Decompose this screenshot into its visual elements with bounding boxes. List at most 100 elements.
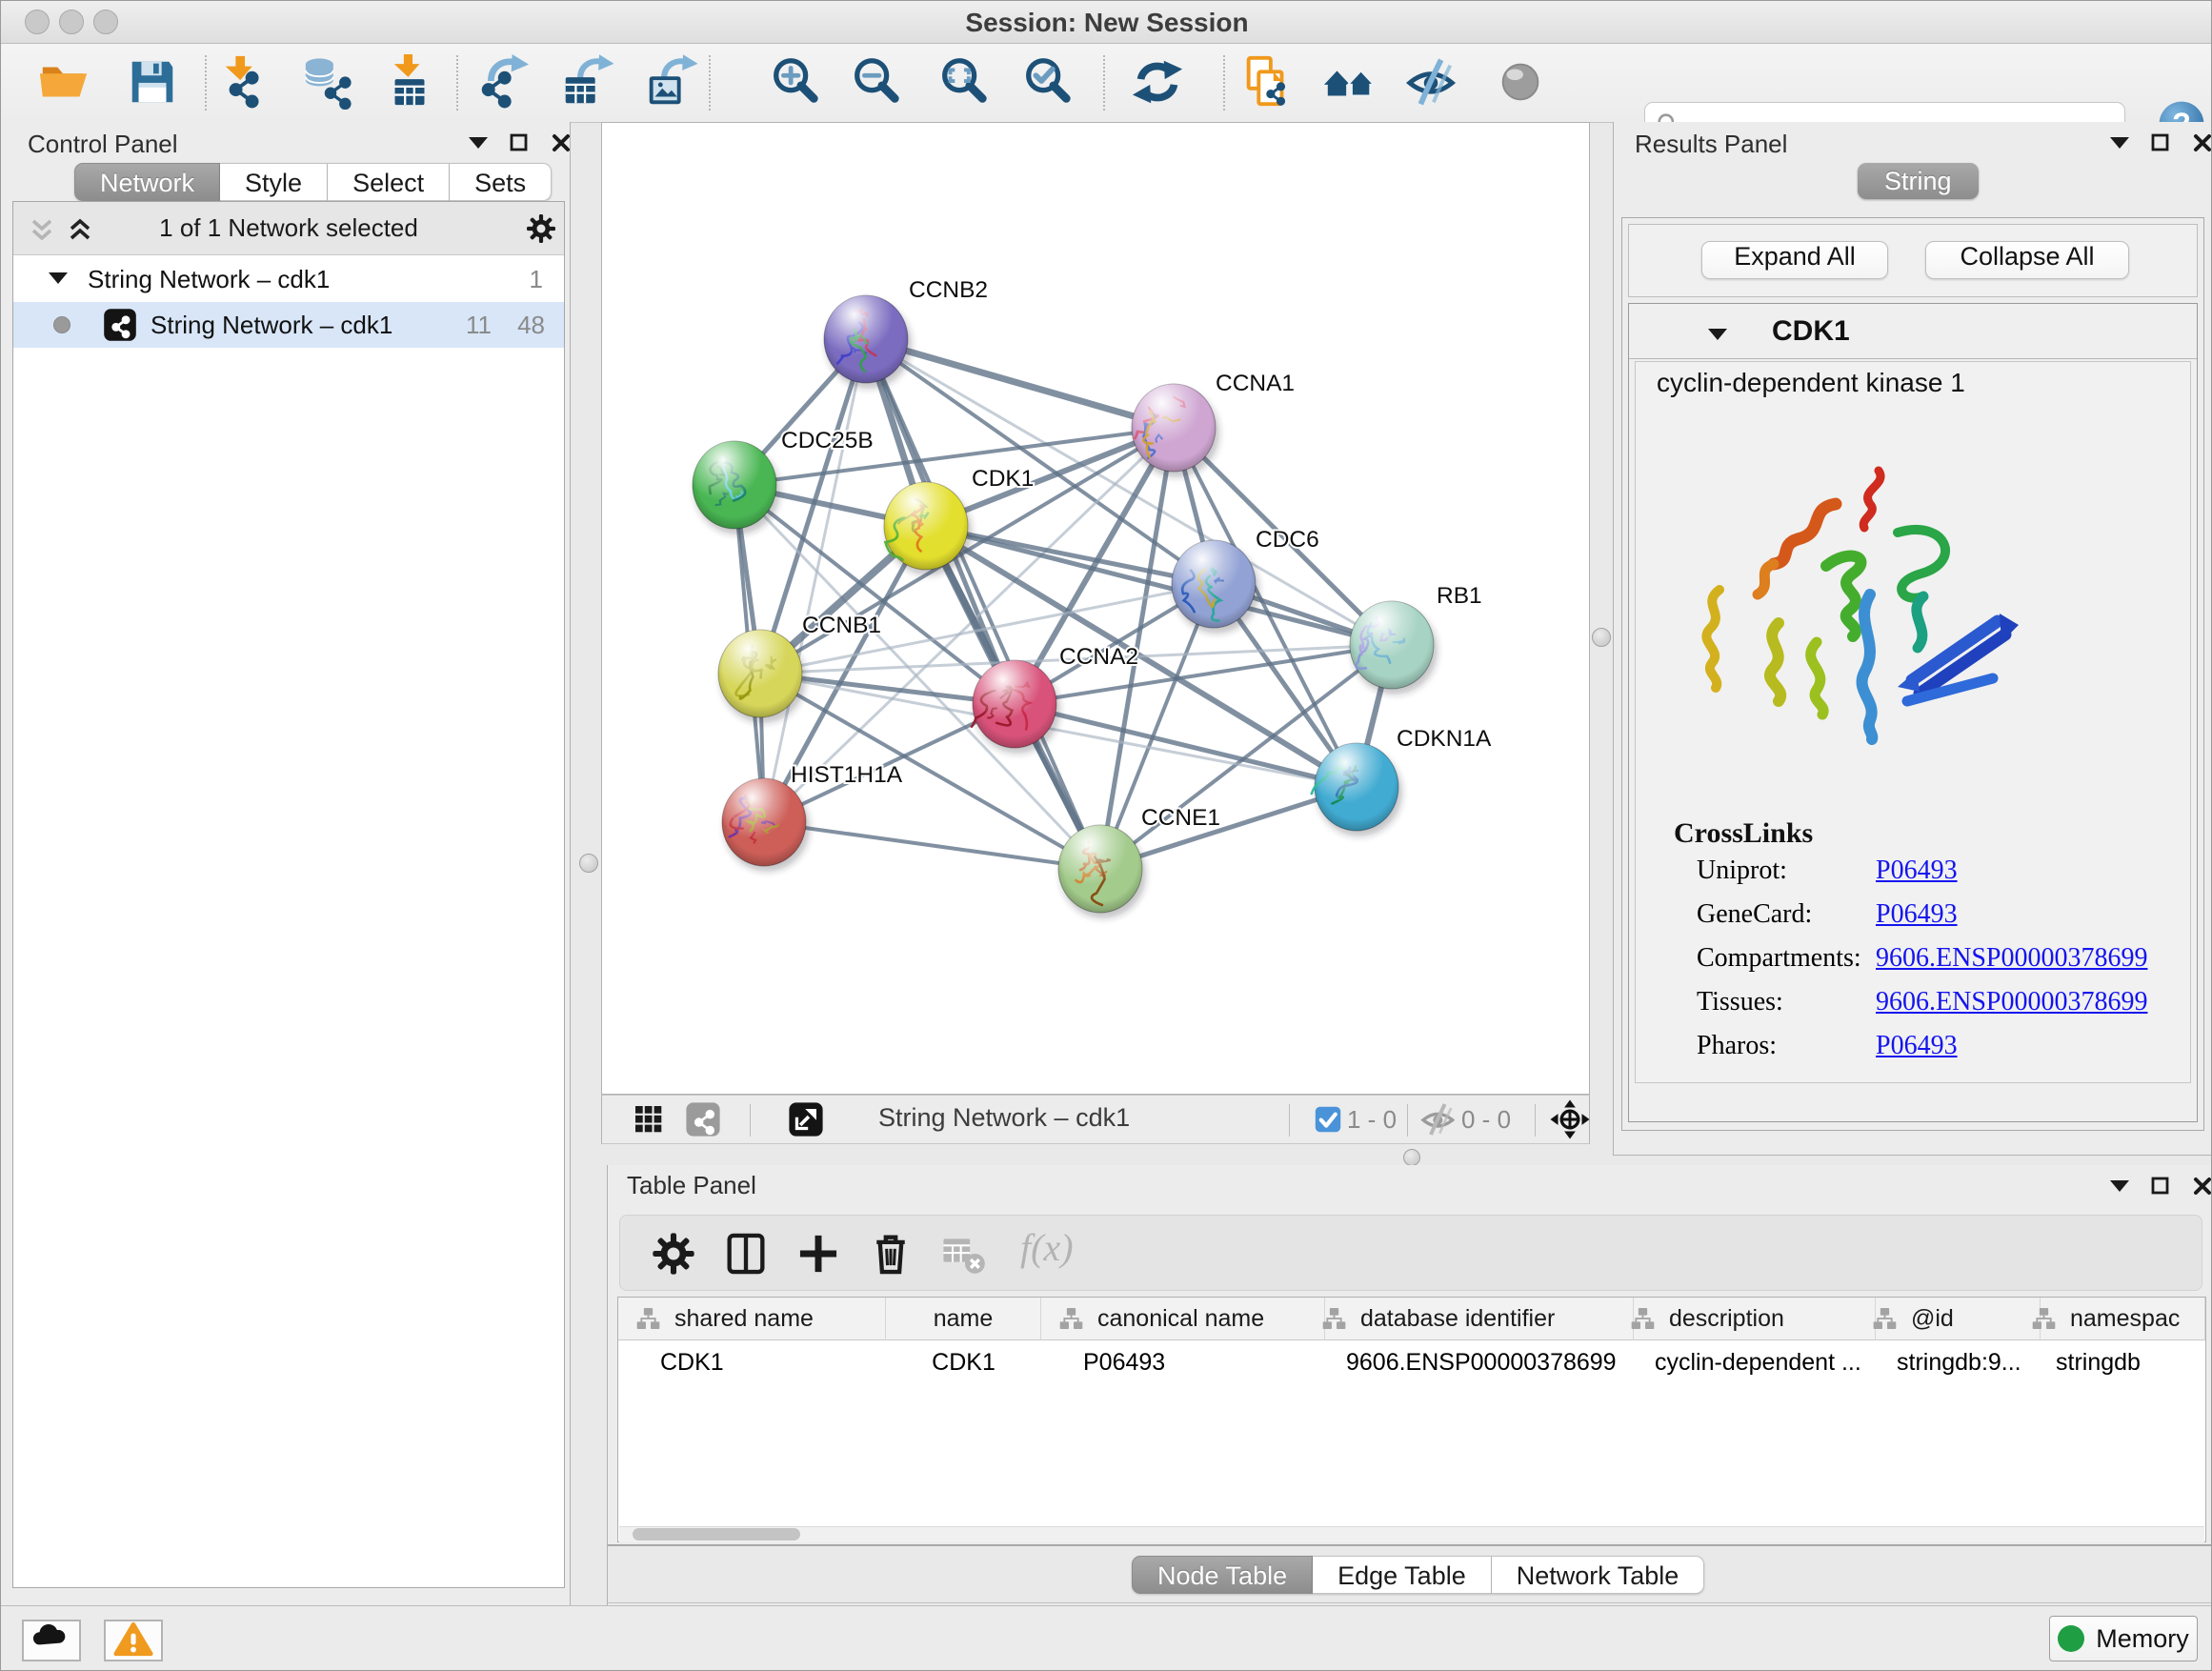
close-results-icon[interactable] xyxy=(2191,131,2212,156)
tab-sets[interactable]: Sets xyxy=(450,163,552,201)
control-panel-tabs: NetworkStyleSelectSets xyxy=(74,163,552,201)
network-share-icon[interactable] xyxy=(682,1098,724,1140)
float-table-icon[interactable] xyxy=(2149,1175,2174,1199)
memory-button[interactable]: Memory xyxy=(2049,1616,2198,1661)
bottom-splitter-handle[interactable] xyxy=(1403,1149,1420,1166)
zoom-in-icon[interactable] xyxy=(768,54,825,111)
refresh-network-icon[interactable] xyxy=(1130,54,1187,111)
table-cell[interactable]: P06493 xyxy=(1041,1340,1325,1385)
result-card-header[interactable]: CDK1 xyxy=(1629,304,2197,359)
tab-edge-table[interactable]: Edge Table xyxy=(1313,1556,1492,1594)
save-session-icon[interactable] xyxy=(125,54,182,111)
node-table[interactable]: shared namenamecanonical namedatabase id… xyxy=(617,1297,2206,1542)
collapse-table-icon[interactable] xyxy=(2107,1175,2132,1199)
import-network-file-icon[interactable] xyxy=(218,54,275,111)
column-header-description[interactable]: description xyxy=(1634,1298,1876,1340)
split-panel-icon[interactable] xyxy=(721,1229,771,1278)
fit-selected-crosshair-icon[interactable] xyxy=(1549,1098,1591,1140)
presentation-sphere-icon[interactable] xyxy=(1494,54,1551,111)
crosslink-link[interactable]: 9606.ENSP00000378699 xyxy=(1876,943,2147,974)
network-node[interactable] xyxy=(1312,743,1402,836)
export-table-icon[interactable] xyxy=(558,54,615,111)
table-cell[interactable]: stringdb:9... xyxy=(1876,1340,2041,1385)
toolbar-separator xyxy=(1289,1104,1290,1137)
table-cell[interactable]: cyclin-dependent ... xyxy=(1634,1340,1876,1385)
network-node[interactable] xyxy=(972,660,1060,754)
tab-node-table[interactable]: Node Table xyxy=(1132,1556,1313,1594)
crosslink-link[interactable]: P06493 xyxy=(1876,899,1958,930)
float-panel-icon[interactable] xyxy=(508,131,533,156)
table-tabs: Node TableEdge TableNetwork Table xyxy=(1132,1556,1704,1594)
zoom-fit-icon[interactable] xyxy=(936,54,994,111)
scrollbar-thumb[interactable] xyxy=(633,1528,800,1540)
export-network-icon[interactable] xyxy=(474,54,532,111)
zoom-selected-icon[interactable] xyxy=(1020,54,1077,111)
warning-button[interactable] xyxy=(104,1620,163,1661)
result-expand-caret-icon[interactable] xyxy=(1705,323,1730,348)
delete-column-icon[interactable] xyxy=(866,1229,915,1278)
column-header-shared-name[interactable]: shared name xyxy=(618,1298,886,1340)
zoom-out-icon[interactable] xyxy=(849,54,906,111)
horizontal-scrollbar[interactable] xyxy=(619,1526,2204,1542)
tab-style[interactable]: Style xyxy=(220,163,328,201)
settings-gear-icon[interactable] xyxy=(649,1229,698,1278)
network-node[interactable] xyxy=(884,482,972,575)
column-header-namespac[interactable]: namespac xyxy=(2041,1298,2205,1340)
network-graph[interactable]: CCNB2CCNA1CDC25BCDK1CDC6RB1CCNB1CCNA2CDK… xyxy=(602,123,1589,1094)
network-collection-row[interactable]: String Network – cdk1 1 xyxy=(13,256,564,302)
import-table-file-icon[interactable] xyxy=(382,54,439,111)
selected-checkbox-icon[interactable] xyxy=(1311,1102,1345,1137)
network-edge[interactable] xyxy=(764,822,1100,869)
add-column-icon[interactable] xyxy=(794,1229,843,1278)
import-network-database-icon[interactable] xyxy=(301,54,358,111)
cloud-button[interactable] xyxy=(22,1620,81,1661)
grid-layout-icon[interactable] xyxy=(629,1099,669,1139)
expand-all-button[interactable]: Expand All xyxy=(1701,241,1888,279)
network-row-selected[interactable]: String Network – cdk1 11 48 xyxy=(13,302,564,348)
crosslink-link[interactable]: P06493 xyxy=(1876,1031,1958,1061)
close-panel-icon[interactable] xyxy=(550,131,574,156)
network-node[interactable] xyxy=(1172,540,1259,634)
column-header--id[interactable]: @id xyxy=(1876,1298,2041,1340)
status-bar: Memory xyxy=(1,1605,2212,1671)
open-session-icon[interactable] xyxy=(37,54,94,111)
right-splitter-handle[interactable] xyxy=(1592,628,1611,647)
network-edge[interactable] xyxy=(764,339,866,822)
export-image-icon[interactable] xyxy=(642,54,699,111)
crosslink-label: Tissues: xyxy=(1697,987,1783,1017)
duplicate-network-icon[interactable] xyxy=(1239,54,1297,111)
column-header-name[interactable]: name xyxy=(886,1298,1041,1340)
birdseye-view-icon[interactable] xyxy=(785,1098,827,1140)
network-node[interactable] xyxy=(1132,384,1219,477)
network-canvas[interactable]: CCNB2CCNA1CDC25BCDK1CDC6RB1CCNB1CCNA2CDK… xyxy=(601,122,1590,1095)
close-table-icon[interactable] xyxy=(2191,1175,2212,1199)
tab-string[interactable]: String xyxy=(1858,163,1979,199)
collapse-results-icon[interactable] xyxy=(2107,131,2132,156)
crosslink-link[interactable]: P06493 xyxy=(1876,856,1958,886)
network-edge[interactable] xyxy=(866,339,1100,869)
collapse-panel-icon[interactable] xyxy=(466,131,491,156)
network-edge[interactable] xyxy=(866,339,1174,428)
float-results-icon[interactable] xyxy=(2149,131,2174,156)
collection-expand-caret-icon[interactable] xyxy=(46,267,70,292)
network-node[interactable] xyxy=(824,295,912,389)
table-cell[interactable]: stringdb xyxy=(2041,1340,2205,1385)
table-cell[interactable]: CDK1 xyxy=(618,1340,886,1385)
left-splitter-handle[interactable] xyxy=(579,854,598,873)
tab-network[interactable]: Network xyxy=(74,163,220,201)
network-node[interactable] xyxy=(693,441,780,534)
tree-options-gear-icon[interactable] xyxy=(524,211,558,246)
column-header-canonical-name[interactable]: canonical name xyxy=(1041,1298,1325,1340)
column-header-database-identifier[interactable]: database identifier xyxy=(1325,1298,1634,1340)
home-pair-icon[interactable] xyxy=(1322,54,1379,111)
tab-network-table[interactable]: Network Table xyxy=(1492,1556,1705,1594)
crosslink-link[interactable]: 9606.ENSP00000378699 xyxy=(1876,987,2147,1017)
table-cell[interactable]: 9606.ENSP00000378699 xyxy=(1325,1340,1634,1385)
collapse-all-button[interactable]: Collapse All xyxy=(1925,241,2129,279)
hide-graphics-details-icon[interactable] xyxy=(1404,54,1461,111)
hidden-items-eye-icon[interactable] xyxy=(1419,1100,1458,1138)
table-cell[interactable]: CDK1 xyxy=(886,1340,1041,1385)
network-node[interactable] xyxy=(1350,601,1438,695)
tab-select[interactable]: Select xyxy=(328,163,450,201)
network-node[interactable] xyxy=(1058,825,1146,918)
